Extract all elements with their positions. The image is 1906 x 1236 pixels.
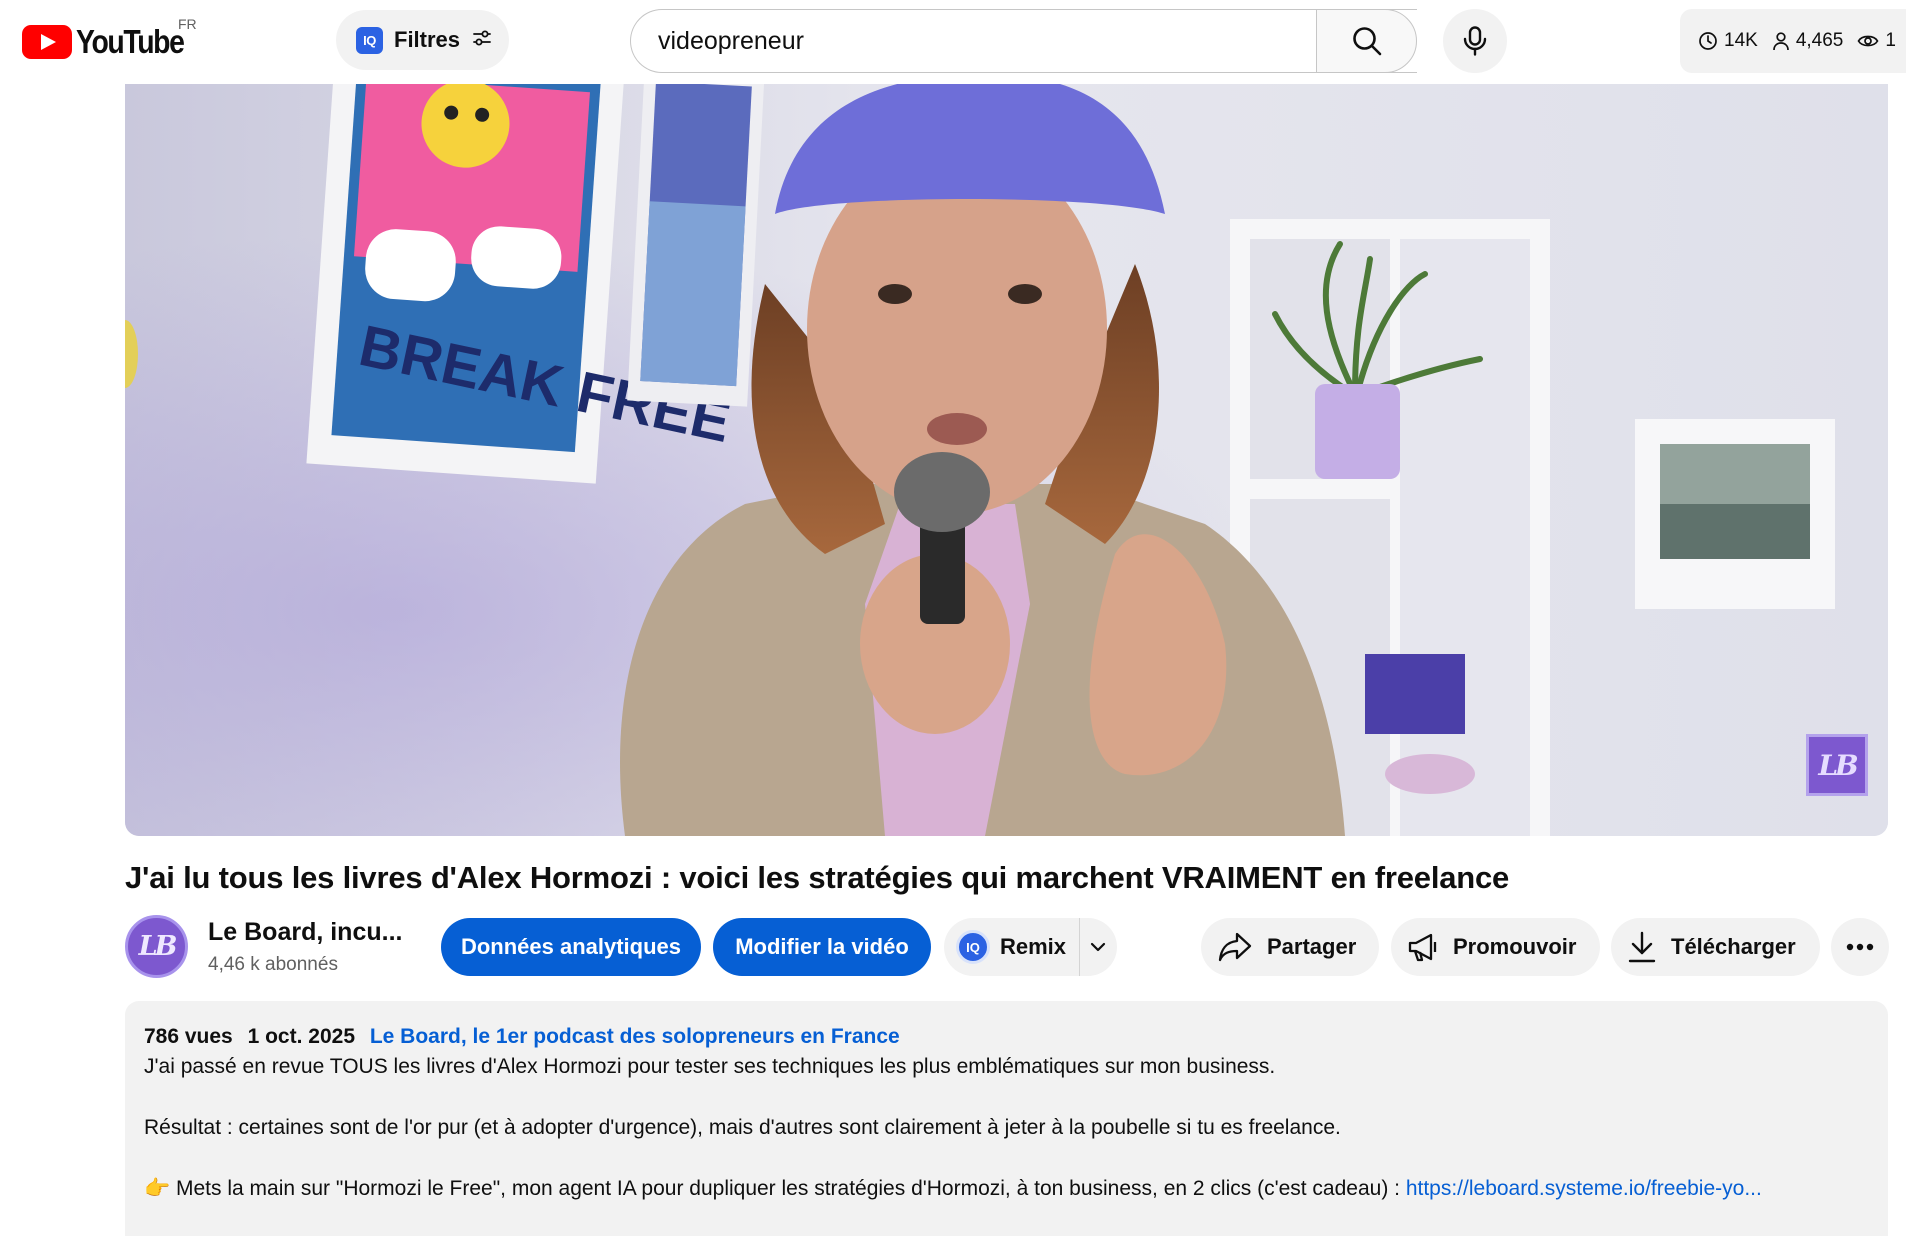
masthead: YouTube FR IQ Filtres videopreneur 14K 4… xyxy=(0,0,1906,84)
filters-button[interactable]: IQ Filtres xyxy=(336,10,509,70)
pointing-hand-emoji: 👉 xyxy=(144,1177,171,1200)
publish-date: 1 oct. 2025 xyxy=(247,1025,355,1048)
eye-icon xyxy=(1857,35,1879,47)
views-value: 1 xyxy=(1885,30,1896,51)
youtube-play-icon xyxy=(22,25,72,59)
search-box: videopreneur xyxy=(630,9,1417,73)
subscriber-count: 4,46 k abonnés xyxy=(208,954,338,975)
download-icon xyxy=(1628,931,1656,963)
channel-avatar[interactable]: LB xyxy=(125,915,188,978)
channel-name[interactable]: Le Board, incu... xyxy=(208,918,402,947)
clock-icon xyxy=(1699,32,1717,50)
views-stat: 1 xyxy=(1857,30,1896,52)
download-label: Télécharger xyxy=(1671,934,1796,959)
promote-label: Promouvoir xyxy=(1453,934,1577,959)
description-line-3-text: Mets la main sur "Hormozi le Free", mon … xyxy=(176,1177,1406,1200)
extension-stats-pill[interactable]: 14K 4,465 1 xyxy=(1680,9,1906,73)
video-title: J'ai lu tous les livres d'Alex Hormozi :… xyxy=(125,860,1510,895)
watch-hours-value: 14K xyxy=(1724,30,1758,51)
more-actions-button[interactable] xyxy=(1831,918,1889,976)
description-line-1: J'ai passé en revue TOUS les livres d'Al… xyxy=(144,1055,1276,1078)
search-input[interactable]: videopreneur xyxy=(658,27,1349,56)
youtube-wordmark: YouTube xyxy=(76,23,185,60)
microphone-icon xyxy=(1463,26,1487,56)
channel-watermark[interactable]: LB xyxy=(1806,734,1868,796)
subscribers-value: 4,465 xyxy=(1795,30,1844,51)
person-icon xyxy=(1772,32,1789,51)
remix-dropdown-button[interactable] xyxy=(1080,918,1116,976)
edit-video-button[interactable]: Modifier la vidéo xyxy=(713,918,931,976)
watermark-letters: LB xyxy=(1818,748,1858,782)
remix-button-group: IQ Remix xyxy=(944,918,1117,976)
description-box[interactable]: 786 vues 1 oct. 2025 Le Board, le 1er po… xyxy=(125,1001,1888,1236)
description-line-3: 👉 Mets la main sur "Hormozi le Free", mo… xyxy=(144,1177,1869,1201)
watch-hours-stat: 14K xyxy=(1698,30,1758,52)
search-button[interactable] xyxy=(1316,9,1417,73)
subscribers-stat: 4,465 xyxy=(1772,30,1844,52)
download-button[interactable]: Télécharger xyxy=(1611,918,1820,976)
analytics-button[interactable]: Données analytiques xyxy=(441,918,701,976)
freebie-link[interactable]: https://leboard.systeme.io/freebie-yo... xyxy=(1406,1177,1762,1200)
sliders-icon xyxy=(472,28,492,53)
playlist-link[interactable]: Le Board, le 1er podcast des solopreneur… xyxy=(370,1025,900,1048)
remix-button[interactable]: Remix xyxy=(1000,934,1066,960)
avatar-letters: LB xyxy=(138,931,178,962)
iq-remix-icon: IQ xyxy=(956,930,990,964)
country-code: FR xyxy=(178,16,197,32)
youtube-logo[interactable]: YouTube xyxy=(22,22,201,62)
iq-extension-icon: IQ xyxy=(356,26,383,54)
promote-button[interactable]: Promouvoir xyxy=(1391,918,1600,976)
search-icon xyxy=(1352,27,1381,56)
share-label: Partager xyxy=(1267,934,1357,959)
megaphone-icon xyxy=(1408,933,1437,962)
description-meta: 786 vues 1 oct. 2025 Le Board, le 1er po… xyxy=(144,1025,1869,1049)
voice-search-button[interactable] xyxy=(1443,9,1507,73)
description-line-2: Résultat : certaines sont de l'or pur (e… xyxy=(144,1116,1341,1139)
chevron-down-icon xyxy=(1090,942,1106,952)
share-button[interactable]: Partager xyxy=(1201,918,1379,976)
more-horizontal-icon xyxy=(1846,943,1874,951)
view-count: 786 vues xyxy=(144,1025,233,1048)
share-icon xyxy=(1218,932,1252,962)
video-player[interactable]: BREAK FREE LB xyxy=(125,84,1888,836)
video-frame: BREAK FREE xyxy=(125,84,1888,836)
filters-label: Filtres xyxy=(394,27,461,52)
